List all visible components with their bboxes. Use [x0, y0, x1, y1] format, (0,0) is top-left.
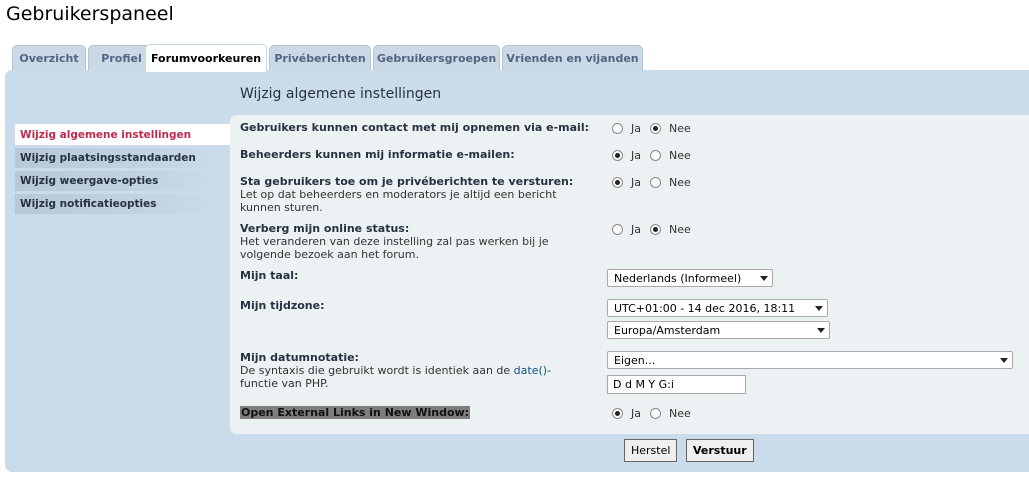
admin-email-yes-radio[interactable] — [612, 150, 623, 161]
setting-timezone: Mijn tijdzone: — [240, 299, 324, 312]
php-date-link[interactable]: date() — [514, 364, 547, 377]
contact-email-no-option[interactable]: Nee — [650, 122, 691, 135]
dateformat-custom-input[interactable] — [607, 375, 746, 394]
language-select[interactable]: Nederlands (Informeel) — [607, 269, 773, 287]
radio-label: Nee — [669, 149, 691, 162]
tab-priveberichten[interactable]: Privéberichten — [269, 45, 371, 71]
radio-label: Ja — [631, 176, 641, 189]
hide-online-no-option[interactable]: Nee — [650, 223, 691, 236]
allow-pm-no-radio[interactable] — [650, 177, 661, 188]
tab-forumvoorkeuren[interactable]: Forumvoorkeuren — [145, 44, 267, 72]
radio-label: Ja — [631, 122, 641, 135]
setting-explain: De syntaxis die gebruikt wordt is identi… — [240, 364, 580, 390]
setting-label: Mijn datumnotatie: — [240, 351, 359, 364]
setting-admin-email: Beheerders kunnen mij informatie e-maile… — [240, 148, 515, 161]
radio-label: Nee — [669, 176, 691, 189]
setting-label: Mijn tijdzone: — [240, 299, 325, 312]
radio-label: Ja — [631, 407, 641, 420]
setting-label: Beheerders kunnen mij informatie e-maile… — [240, 148, 515, 161]
setting-dateformat: Mijn datumnotatie: De syntaxis die gebru… — [240, 351, 580, 390]
external-links-radio-group: Ja Nee — [612, 407, 700, 420]
setting-explain: Let op dat beheerders en moderators je a… — [240, 188, 557, 214]
timezone-offset-select[interactable]: UTC+01:00 - 14 dec 2016, 18:11 — [607, 299, 828, 317]
tab-overzicht[interactable]: Overzicht — [12, 45, 86, 71]
contact-email-yes-option[interactable]: Ja — [612, 122, 641, 135]
chevron-down-icon — [760, 276, 768, 281]
sidebar-item-post-defaults[interactable]: Wijzig plaatsingsstandaarden — [15, 148, 215, 168]
timezone-zone-select[interactable]: Europa/Amsterdam — [607, 321, 830, 339]
dateformat-select-value: Eigen... — [614, 353, 656, 367]
admin-email-no-radio[interactable] — [650, 150, 661, 161]
external-links-label: Open External Links in New Window: — [240, 406, 471, 419]
setting-label: Mijn taal: — [240, 269, 299, 282]
dateformat-select[interactable]: Eigen... — [607, 351, 1013, 369]
contact-email-no-radio[interactable] — [650, 123, 661, 134]
reset-button[interactable]: Herstel — [624, 439, 678, 462]
timezone-offset-value: UTC+01:00 - 14 dec 2016, 18:11 — [614, 301, 796, 315]
radio-label: Nee — [669, 407, 691, 420]
chevron-down-icon — [1000, 358, 1008, 363]
tab-gebruikersgroepen[interactable]: Gebruikersgroepen — [373, 45, 500, 71]
page-title: Gebruikerspaneel — [6, 3, 174, 25]
language-select-value: Nederlands (Informeel) — [614, 271, 742, 285]
radio-label: Ja — [631, 223, 641, 236]
setting-label: Verberg mijn online status: — [240, 222, 410, 235]
section-title: Wijzig algemene instellingen — [240, 86, 442, 102]
external-links-no-radio[interactable] — [650, 408, 661, 419]
hide-online-no-radio[interactable] — [650, 224, 661, 235]
admin-email-radio-group: Ja Nee — [612, 149, 700, 162]
hide-online-yes-option[interactable]: Ja — [612, 223, 641, 236]
contact-email-radio-group: Ja Nee — [612, 122, 700, 135]
sidebar-item-display-options[interactable]: Wijzig weergave-opties — [15, 171, 215, 191]
timezone-zone-value: Europa/Amsterdam — [614, 323, 721, 337]
setting-label: Gebruikers kunnen contact met mij opneme… — [240, 121, 589, 134]
hide-online-yes-radio[interactable] — [612, 224, 623, 235]
radio-label: Ja — [631, 149, 641, 162]
external-links-yes-option[interactable]: Ja — [612, 407, 641, 420]
chevron-down-icon — [817, 328, 825, 333]
external-links-yes-radio[interactable] — [612, 408, 623, 419]
allow-pm-yes-option[interactable]: Ja — [612, 176, 641, 189]
admin-email-yes-option[interactable]: Ja — [612, 149, 641, 162]
allow-pm-no-option[interactable]: Nee — [650, 176, 691, 189]
chevron-down-icon — [815, 306, 823, 311]
sidebar-item-notification-options[interactable]: Wijzig notificatieopties — [15, 194, 215, 214]
setting-external-links: Open External Links in New Window: — [240, 406, 471, 419]
tab-vrienden-en-vijanden[interactable]: Vrienden en vijanden — [502, 45, 643, 71]
setting-allow-pm: Sta gebruikers toe om je privéberichten … — [240, 175, 580, 214]
allow-pm-yes-radio[interactable] — [612, 177, 623, 188]
hide-online-radio-group: Ja Nee — [612, 223, 700, 236]
external-links-no-option[interactable]: Nee — [650, 407, 691, 420]
setting-label: Sta gebruikers toe om je privéberichten … — [240, 175, 574, 188]
admin-email-no-option[interactable]: Nee — [650, 149, 691, 162]
setting-label: Open External Links in New Window: — [240, 406, 471, 419]
sidebar-item-general[interactable]: Wijzig algemene instellingen — [15, 124, 230, 145]
dateformat-explain-before: De syntaxis die gebruikt wordt is identi… — [240, 364, 514, 377]
setting-explain: Het veranderen van deze instelling zal p… — [240, 235, 549, 261]
setting-hide-online: Verberg mijn online status: Het verander… — [240, 222, 580, 261]
contact-email-yes-radio[interactable] — [612, 123, 623, 134]
allow-pm-radio-group: Ja Nee — [612, 176, 700, 189]
submit-button[interactable]: Verstuur — [686, 439, 754, 462]
setting-language: Mijn taal: — [240, 269, 298, 282]
radio-label: Nee — [669, 223, 691, 236]
radio-label: Nee — [669, 122, 691, 135]
setting-contact-email: Gebruikers kunnen contact met mij opneme… — [240, 121, 589, 134]
